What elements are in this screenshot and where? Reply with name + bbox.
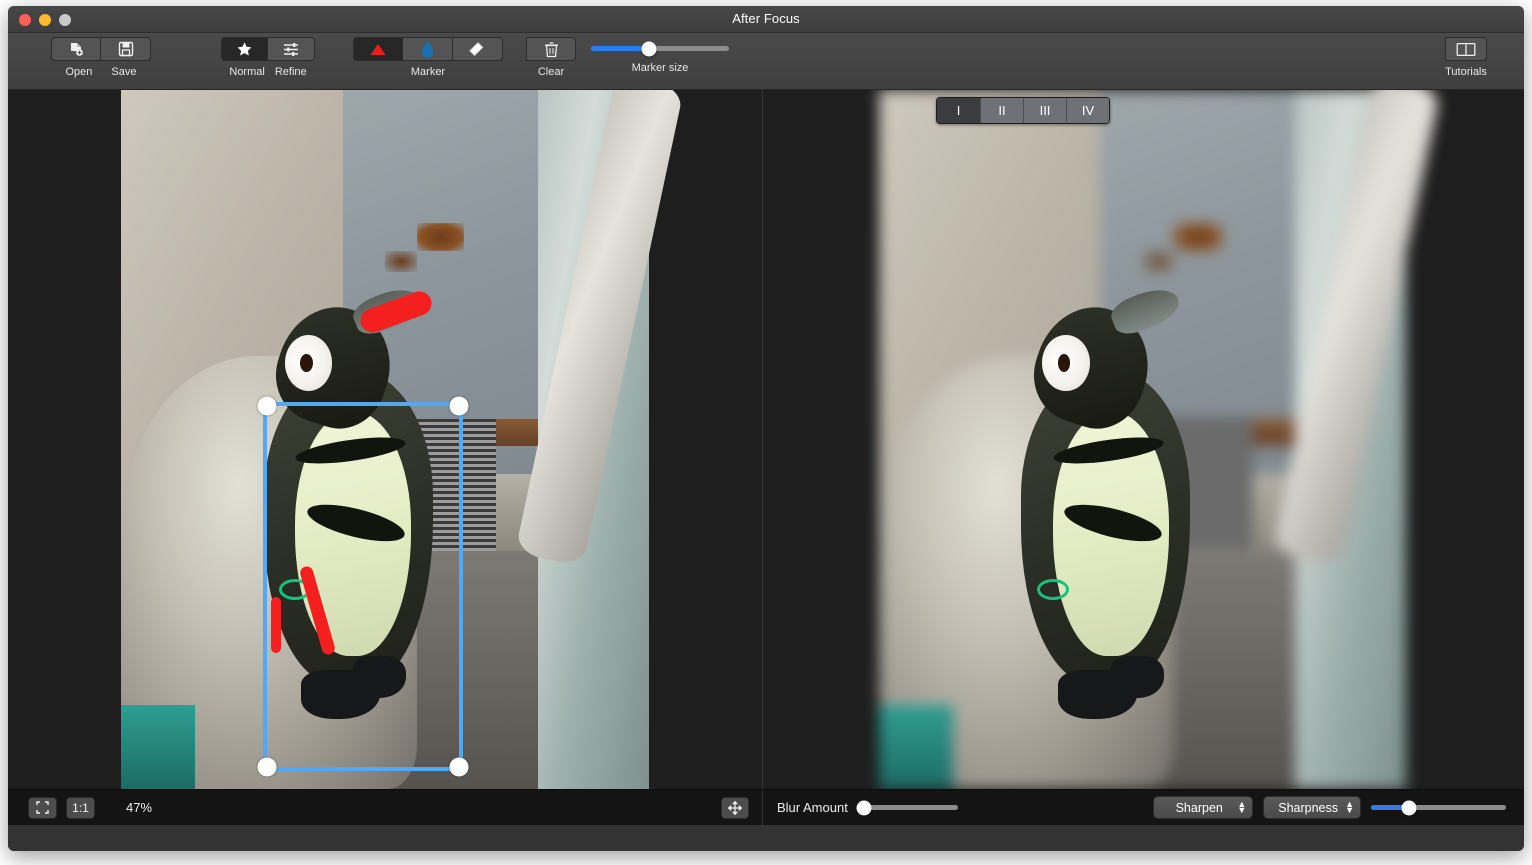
parameter-popup-value: Sharpness	[1278, 800, 1338, 815]
save-button[interactable]	[101, 37, 151, 61]
preview-tab-1[interactable]: I	[937, 98, 980, 123]
status-bar: 1:1 47% Blur Amount Sharpen ▲ ▼ Sharpnes…	[8, 789, 1524, 825]
preview-tab-4[interactable]: IV	[1066, 98, 1109, 123]
window-footer	[8, 825, 1524, 851]
blue-drop-icon	[420, 40, 435, 59]
marker-size-slider[interactable]	[591, 41, 729, 56]
file-group: Open Save	[51, 37, 151, 78]
marker-size-group: Marker size	[590, 37, 730, 74]
marker-size-label: Marker size	[631, 62, 689, 74]
clear-group: Clear	[526, 37, 576, 78]
tutorials-group: Tutorials	[1445, 37, 1487, 78]
refine-mode-button[interactable]	[268, 37, 315, 61]
fit-to-screen-button[interactable]	[28, 796, 57, 819]
source-image-editor[interactable]	[8, 90, 763, 789]
selection-handle-top-right[interactable]	[449, 396, 469, 416]
parameter-slider[interactable]	[1371, 800, 1506, 815]
window-title: After Focus	[732, 11, 800, 26]
selection-handle-bottom-left[interactable]	[257, 757, 277, 777]
mode-segmented-control	[221, 37, 315, 61]
effect-popup-button[interactable]: Sharpen ▲ ▼	[1153, 796, 1254, 819]
document-add-icon	[68, 41, 85, 58]
blur-amount-slider[interactable]	[856, 800, 958, 815]
floppy-disk-icon	[118, 41, 134, 57]
star-icon	[236, 41, 253, 58]
blur-amount-label: Blur Amount	[777, 800, 848, 815]
selection-rectangle[interactable]	[257, 396, 469, 777]
marker-group: Marker	[353, 37, 503, 78]
clear-control	[526, 37, 576, 61]
open-label: Open	[65, 66, 93, 78]
pan-tool-button[interactable]	[721, 796, 749, 819]
background-marker-button[interactable]	[403, 37, 453, 61]
tutorials-button[interactable]	[1445, 37, 1487, 61]
clear-button[interactable]	[526, 37, 576, 61]
clear-label: Clear	[537, 66, 565, 78]
parameter-popup-button[interactable]: Sharpness ▲ ▼	[1263, 796, 1361, 819]
move-arrows-icon	[728, 800, 742, 815]
selection-handle-top-left[interactable]	[257, 396, 277, 416]
tutorials-label: Tutorials	[1445, 66, 1487, 78]
mode-group: Normal Refine	[221, 37, 315, 78]
open-button[interactable]	[51, 37, 101, 61]
toolbar: Open Save Normal Refine Marker Clear Mar…	[8, 33, 1524, 90]
status-bar-right: Blur Amount Sharpen ▲ ▼ Sharpness ▲ ▼	[763, 790, 1524, 825]
preview-tabs: I II III IV	[936, 97, 1110, 124]
preview-tab-3[interactable]: III	[1023, 98, 1066, 123]
eraser-marker-button[interactable]	[453, 37, 503, 61]
zoom-level-label: 47%	[126, 800, 153, 815]
sliders-icon	[283, 42, 300, 57]
preview-image-result[interactable]: I II III IV	[763, 90, 1524, 789]
save-label: Save	[111, 66, 137, 78]
chevron-updown-icon: ▲ ▼	[1345, 799, 1354, 815]
file-segmented-control	[51, 37, 151, 61]
normal-mode-button[interactable]	[221, 37, 268, 61]
refine-label: Refine	[274, 66, 307, 78]
fit-to-screen-icon	[36, 801, 49, 814]
app-window: After Focus Open Save Normal Refine Mark…	[8, 6, 1524, 851]
preview-photo	[879, 90, 1441, 789]
title-bar: After Focus	[8, 6, 1524, 33]
actual-size-button[interactable]: 1:1	[66, 796, 95, 819]
selection-handle-bottom-right[interactable]	[449, 757, 469, 777]
normal-label: Normal	[229, 66, 265, 78]
eraser-icon	[468, 41, 487, 58]
foreground-marker-button[interactable]	[353, 37, 403, 61]
trash-icon	[544, 41, 559, 58]
marker-label: Marker	[410, 66, 446, 78]
canvas-area: I II III IV	[8, 90, 1524, 789]
effect-popup-value: Sharpen	[1175, 800, 1223, 815]
chevron-updown-icon: ▲ ▼	[1237, 799, 1247, 815]
tutorials-control	[1445, 37, 1487, 61]
red-triangle-icon	[368, 42, 388, 57]
marker-segmented-control	[353, 37, 503, 61]
preview-tab-2[interactable]: II	[980, 98, 1023, 123]
book-icon	[1456, 42, 1476, 57]
status-bar-left: 1:1 47%	[8, 790, 763, 825]
